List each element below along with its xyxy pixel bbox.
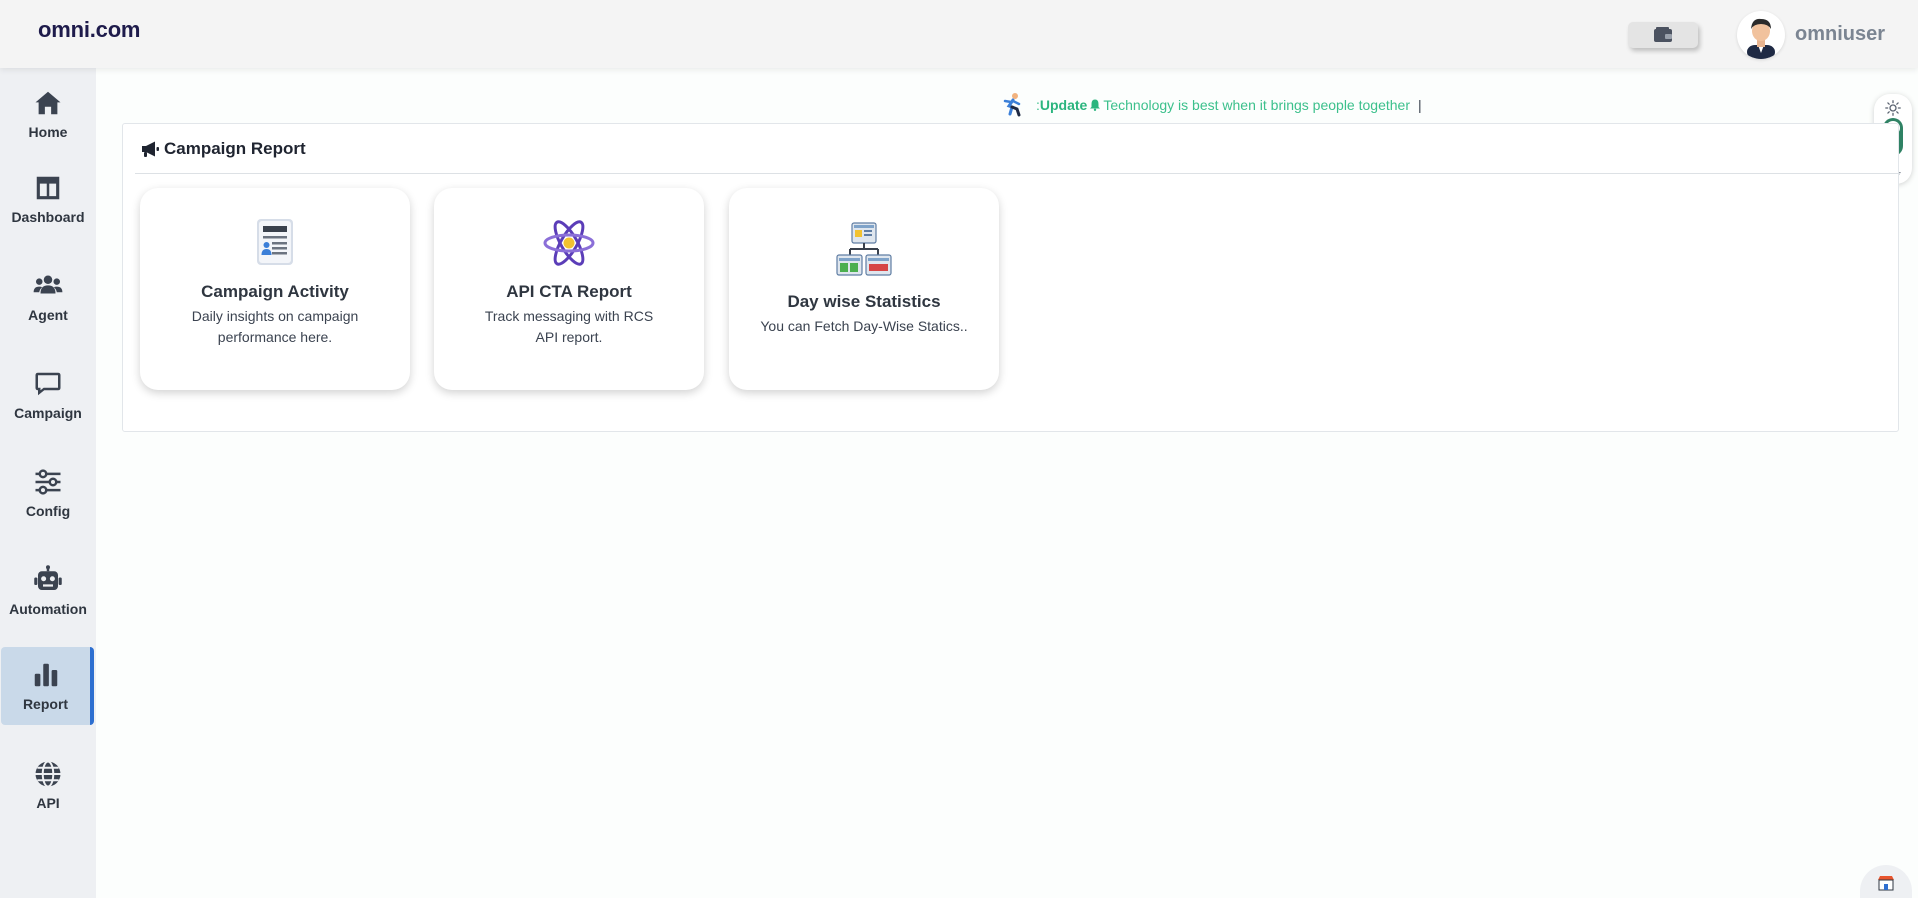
username[interactable]: omniuser: [1795, 23, 1885, 46]
sidebar-item-config[interactable]: Config: [0, 454, 96, 532]
card-description: You can Fetch Day-Wise Statics..: [760, 318, 968, 334]
day-wise-statistics-card[interactable]: Day wise Statistics You can Fetch Day-Wi…: [729, 188, 999, 390]
card-title: Day wise Statistics: [787, 292, 941, 311]
sliders-icon: [35, 469, 61, 495]
wallet-icon: [1654, 27, 1672, 42]
store-icon: [1878, 876, 1894, 891]
wallet-button[interactable]: [1628, 22, 1698, 48]
update-ticker: : Update Technology is best when it brin…: [1000, 90, 1422, 120]
sidebar-item-label: Config: [25, 503, 71, 519]
bar-chart-icon: [34, 663, 57, 687]
sidebar-item-agent[interactable]: Agent: [0, 258, 96, 336]
store-badge[interactable]: [1860, 865, 1912, 898]
bell-icon: [1090, 99, 1101, 111]
chat-icon: [35, 372, 61, 396]
sidebar-item-label: Report: [22, 696, 69, 712]
card-description: Track messaging with RCS API report.: [484, 308, 654, 345]
ticker-label: Update: [1039, 97, 1088, 113]
users-icon: [33, 275, 63, 294]
atom-icon: [543, 220, 595, 266]
runner-icon: [1003, 93, 1021, 117]
megaphone-icon: [142, 141, 159, 157]
sitemap-icon: [836, 222, 892, 276]
report-document-icon: [257, 219, 293, 265]
card-description: Daily insights on campaign performance h…: [191, 308, 359, 345]
robot-icon: [34, 565, 62, 590]
avatar[interactable]: [1737, 11, 1785, 59]
sidebar-item-campaign[interactable]: Campaign: [0, 356, 96, 434]
card-title: Campaign Activity: [201, 282, 349, 301]
sidebar-item-label: API: [36, 795, 60, 811]
home-icon: [35, 91, 61, 115]
sidebar-item-report[interactable]: Report: [1, 647, 94, 725]
user-avatar-icon: [1747, 18, 1775, 59]
panel-header: Campaign Report: [135, 124, 1900, 174]
campaign-activity-card[interactable]: Campaign Activity Daily insights on camp…: [140, 188, 410, 390]
sidebar: Home Dashboard Agent Campaign Config Aut…: [0, 68, 96, 898]
sidebar-item-dashboard[interactable]: Dashboard: [0, 160, 96, 238]
logo[interactable]: omni.com: [38, 17, 141, 43]
sidebar-item-label: Dashboard: [11, 209, 85, 225]
sidebar-item-automation[interactable]: Automation: [0, 552, 96, 630]
sidebar-item-label: Home: [28, 124, 68, 140]
sun-icon: [1885, 100, 1901, 116]
ticker-caret: |: [1417, 97, 1422, 113]
sidebar-item-home[interactable]: Home: [0, 75, 96, 153]
sidebar-item-api[interactable]: API: [0, 746, 96, 824]
card-title: API CTA Report: [506, 282, 632, 301]
api-cta-report-card[interactable]: API CTA Report Track messaging with RCS …: [434, 188, 704, 390]
sidebar-item-label: Campaign: [14, 405, 82, 421]
top-bar: omni.com omniuser: [0, 0, 1918, 68]
sidebar-item-label: Automation: [9, 601, 87, 617]
page-title: Campaign Report: [164, 138, 306, 158]
ticker-message: Technology is best when it brings people…: [1103, 97, 1410, 113]
dashboard-icon: [36, 176, 60, 200]
globe-icon: [35, 760, 61, 788]
sidebar-item-label: Agent: [28, 307, 68, 323]
